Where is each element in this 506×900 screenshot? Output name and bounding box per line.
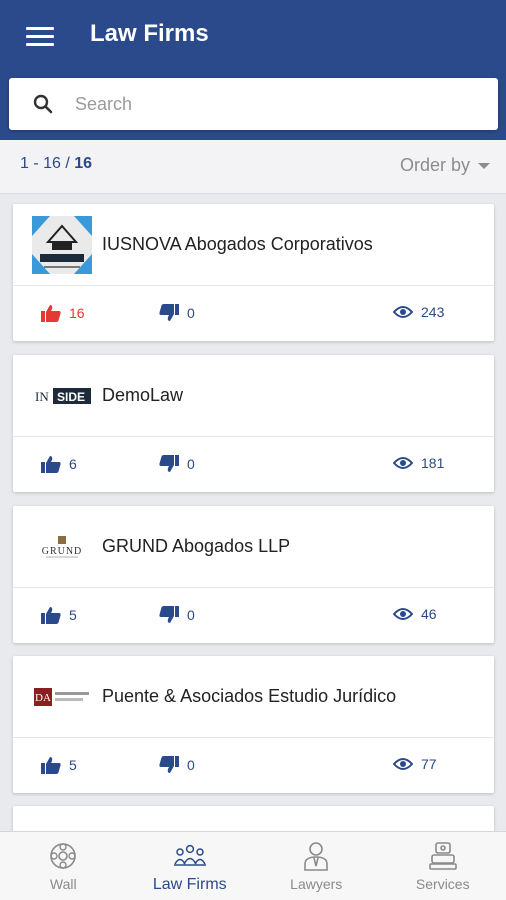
dislike-count: 0 <box>187 607 195 623</box>
views-stat: 243 <box>393 304 444 320</box>
bottom-navigation: Wall Law Firms Lawyers Services <box>0 831 506 900</box>
like-button[interactable]: 16 <box>41 304 85 322</box>
views-count: 46 <box>421 606 437 622</box>
thumbs-down-icon <box>159 304 179 321</box>
firm-logo: GRUND <box>31 517 93 577</box>
nav-item-services[interactable]: Services <box>380 832 506 900</box>
thumbs-up-icon <box>41 757 61 774</box>
svg-text:IN: IN <box>35 389 49 404</box>
hamburger-icon <box>26 27 54 30</box>
firm-card-header: IN SIDE DemoLaw <box>13 355 494 437</box>
eye-icon <box>393 758 413 770</box>
grund-logo-icon: GRUND <box>42 536 83 558</box>
views-stat: 46 <box>393 606 437 622</box>
svg-text:SIDE: SIDE <box>57 390 85 404</box>
wall-icon <box>50 843 77 869</box>
dislike-count: 0 <box>187 456 195 472</box>
dislike-count: 0 <box>187 305 195 321</box>
dislike-button[interactable]: 0 <box>159 756 195 774</box>
app-bar: Law Firms <box>0 0 506 140</box>
pagination-info: 1 - 16 / 16 <box>20 155 92 173</box>
results-bar: 1 - 16 / 16 Order by <box>0 140 506 194</box>
like-count: 5 <box>69 607 77 623</box>
caret-down-icon <box>478 162 490 169</box>
nav-item-law-firms[interactable]: Law Firms <box>127 832 254 900</box>
firm-card[interactable]: GRUND GRUND Abogados LLP 5 0 46 <box>13 506 494 643</box>
dislike-button[interactable]: 0 <box>159 606 195 624</box>
firm-card[interactable]: IUSNOVA Abogados Corporativos 16 0 243 <box>13 204 494 341</box>
dislike-count: 0 <box>187 757 195 773</box>
svg-text:DA: DA <box>35 692 51 704</box>
like-button[interactable]: 5 <box>41 756 77 774</box>
nav-label: Services <box>415 876 470 892</box>
views-count: 181 <box>421 455 445 471</box>
dislike-button[interactable]: 0 <box>159 304 195 322</box>
pagination-separator: / <box>60 155 75 172</box>
like-count: 16 <box>69 305 85 321</box>
firm-card[interactable]: IN SIDE DemoLaw 6 0 181 <box>13 355 494 492</box>
puente-logo-icon: DA <box>34 688 89 706</box>
order-by-dropdown[interactable]: Order by <box>400 155 490 176</box>
thumbs-up-icon <box>41 305 61 322</box>
nav-label: Wall <box>49 876 77 892</box>
views-stat: 77 <box>393 756 437 772</box>
thumbs-down-icon <box>159 455 179 472</box>
views-count: 243 <box>421 304 445 320</box>
menu-button[interactable] <box>26 24 54 48</box>
hamburger-icon-line <box>26 35 54 38</box>
eye-icon <box>393 306 413 318</box>
thumbs-down-icon <box>159 606 179 623</box>
eye-icon <box>393 608 413 620</box>
nav-item-lawyers[interactable]: Lawyers <box>253 832 380 900</box>
nav-label: Law Firms <box>152 876 227 893</box>
eye-icon <box>393 457 413 469</box>
firm-logo <box>31 215 93 275</box>
nav-label: Lawyers <box>290 876 343 892</box>
like-button[interactable]: 5 <box>41 606 77 624</box>
firm-name: Puente & Asociados Estudio Jurídico <box>102 686 397 706</box>
firm-card-header: IUSNOVA Abogados Corporativos <box>13 204 494 286</box>
thumbs-up-icon <box>41 607 61 624</box>
inside-logo-icon: IN SIDE <box>33 388 91 404</box>
thumbs-up-icon <box>41 456 61 473</box>
views-stat: 181 <box>393 455 444 471</box>
search-icon <box>33 94 53 114</box>
like-count: 6 <box>69 456 77 472</box>
search-bar[interactable] <box>9 78 498 130</box>
svg-text:GRUND: GRUND <box>42 546 83 557</box>
law-firms-icon <box>173 844 206 866</box>
like-button[interactable]: 6 <box>41 455 77 473</box>
firm-logo: IN SIDE <box>31 366 93 426</box>
firm-card[interactable]: DA Puente & Asociados Estudio Jurídico 5… <box>13 656 494 793</box>
firm-name: GRUND Abogados LLP <box>102 536 291 556</box>
iusnova-logo-icon <box>32 216 92 274</box>
order-by-label: Order by <box>399 155 470 175</box>
firm-logo: DA <box>31 667 93 727</box>
dislike-button[interactable]: 0 <box>159 455 195 473</box>
nav-item-wall[interactable]: Wall <box>0 832 127 900</box>
hamburger-icon-line <box>26 43 54 46</box>
firm-card-header: DA Puente & Asociados Estudio Jurídico <box>13 656 494 738</box>
pagination-total: 16 <box>74 155 93 172</box>
like-count: 5 <box>69 757 77 773</box>
services-icon <box>428 842 457 870</box>
views-count: 77 <box>421 756 437 772</box>
search-input[interactable] <box>75 88 475 120</box>
firm-card-header: GRUND GRUND Abogados LLP <box>13 506 494 588</box>
thumbs-down-icon <box>159 756 179 773</box>
pagination-range: 1 - 16 <box>20 155 61 172</box>
firm-name: DemoLaw <box>102 385 184 405</box>
page-title: Law Firms <box>90 20 209 47</box>
lawyer-icon <box>304 842 329 871</box>
firm-name: IUSNOVA Abogados Corporativos <box>102 234 373 254</box>
